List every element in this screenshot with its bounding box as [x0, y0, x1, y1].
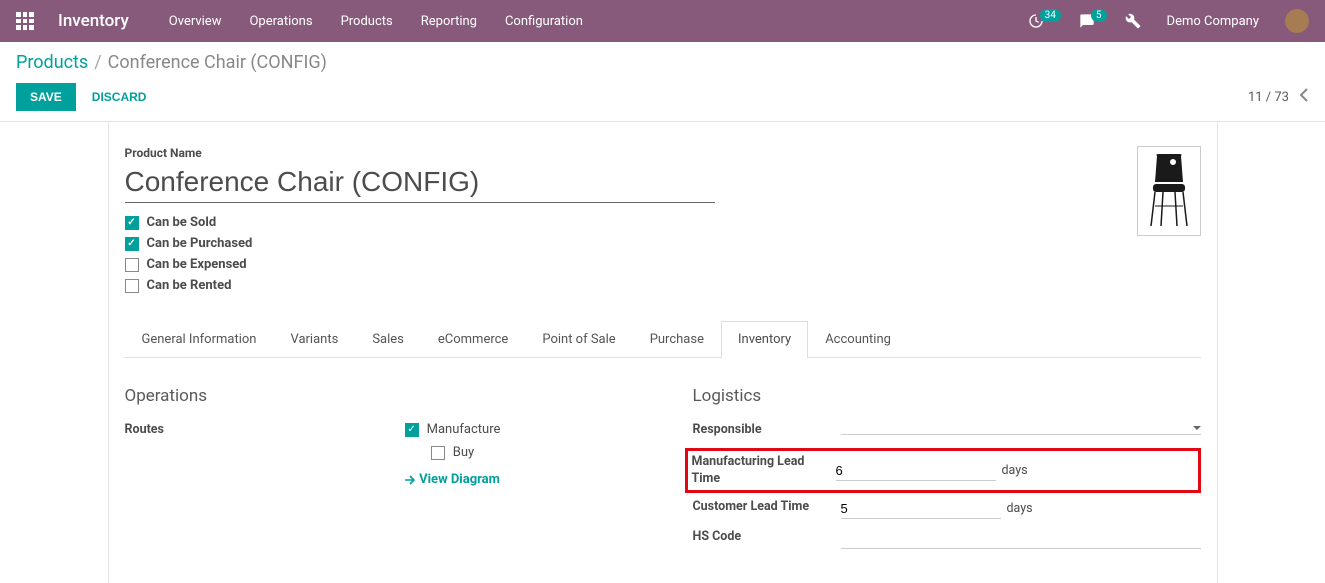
route-manufacture: ✓ Manufacture [405, 422, 501, 437]
routes-label: Routes [125, 422, 273, 487]
tools-icon[interactable] [1125, 13, 1141, 29]
pager: 11 / 73 [1248, 88, 1309, 106]
route-manufacture-label: Manufacture [427, 422, 501, 437]
messages-badge: 5 [1091, 9, 1107, 22]
form-main: Product Name ✓ Can be Sold ✓ Can be Purc… [108, 122, 1218, 583]
mfg-lead-input[interactable] [836, 461, 996, 481]
tab-general[interactable]: General Information [125, 321, 274, 357]
tab-sales[interactable]: Sales [355, 321, 421, 357]
tab-accounting[interactable]: Accounting [808, 321, 908, 357]
company-name[interactable]: Demo Company [1167, 14, 1259, 29]
breadcrumb-current: Conference Chair (CONFIG) [108, 52, 327, 73]
route-buy-checkbox[interactable] [431, 446, 445, 460]
logistics-section: Logistics Responsible Manufacturing Lead… [693, 386, 1201, 559]
discard-button[interactable]: DISCARD [92, 90, 147, 104]
cust-lead-label: Customer Lead Time [693, 499, 841, 519]
save-button[interactable]: SAVE [16, 83, 76, 111]
flag-purchased: ✓ Can be Purchased [125, 236, 1137, 251]
operations-title: Operations [125, 386, 633, 406]
top-navbar: Inventory Overview Operations Products R… [0, 0, 1325, 42]
avatar[interactable] [1285, 9, 1309, 33]
tab-variants[interactable]: Variants [273, 321, 355, 357]
responsible-select[interactable] [841, 426, 1201, 435]
flag-purchased-checkbox[interactable]: ✓ [125, 237, 139, 251]
route-buy-label: Buy [453, 445, 474, 460]
arrow-right-icon [405, 475, 415, 485]
activity-icon[interactable]: 34 [1028, 13, 1061, 29]
operations-section: Operations Routes ✓ Manufacture Buy View… [125, 386, 633, 559]
chair-icon [1143, 152, 1195, 230]
logistics-title: Logistics [693, 386, 1201, 406]
breadcrumb-sep: / [94, 52, 101, 73]
flag-sold-checkbox[interactable]: ✓ [125, 216, 139, 230]
control-bar: Products / Conference Chair (CONFIG) SAV… [0, 42, 1325, 122]
messages-icon[interactable]: 5 [1079, 13, 1107, 29]
route-buy: Buy [431, 445, 474, 460]
flag-expensed-checkbox[interactable] [125, 258, 139, 272]
mfg-lead-highlight: Manufacturing Lead Time days [685, 448, 1201, 493]
tab-purchase[interactable]: Purchase [633, 321, 721, 357]
hs-code-label: HS Code [693, 529, 841, 549]
app-brand[interactable]: Inventory [58, 11, 129, 31]
apps-icon[interactable] [16, 12, 34, 30]
nav-reporting[interactable]: Reporting [421, 14, 477, 29]
nav-configuration[interactable]: Configuration [505, 14, 583, 29]
nav-overview[interactable]: Overview [169, 14, 222, 29]
flag-expensed: Can be Expensed [125, 257, 1137, 272]
pager-text: 11 / 73 [1248, 90, 1289, 105]
route-manufacture-checkbox[interactable]: ✓ [405, 423, 419, 437]
product-image[interactable] [1137, 146, 1201, 236]
nav-products[interactable]: Products [341, 14, 393, 29]
flag-sold: ✓ Can be Sold [125, 215, 1137, 230]
flag-rented-label: Can be Rented [147, 278, 232, 293]
form-tabs: General Information Variants Sales eComm… [125, 321, 1201, 358]
pager-prev-icon[interactable] [1299, 88, 1309, 106]
flag-purchased-label: Can be Purchased [147, 236, 253, 251]
tab-ecommerce[interactable]: eCommerce [421, 321, 525, 357]
mfg-lead-label: Manufacturing Lead Time [692, 454, 836, 487]
flag-rented: Can be Rented [125, 278, 1137, 293]
nav-menu: Overview Operations Products Reporting C… [169, 14, 1028, 29]
flag-rented-checkbox[interactable] [125, 279, 139, 293]
chevron-down-icon [1193, 426, 1201, 430]
nav-operations[interactable]: Operations [249, 14, 312, 29]
product-name-label: Product Name [125, 146, 1137, 160]
cust-lead-unit: days [1007, 501, 1033, 516]
nav-right: 34 5 Demo Company [1028, 9, 1309, 33]
mfg-lead-unit: days [1002, 463, 1028, 478]
tab-inventory[interactable]: Inventory [721, 321, 808, 357]
view-diagram-link[interactable]: View Diagram [405, 472, 500, 487]
product-name-input[interactable] [125, 166, 715, 203]
tab-body-inventory: Operations Routes ✓ Manufacture Buy View… [125, 358, 1201, 559]
breadcrumb-root[interactable]: Products [16, 52, 88, 73]
hs-code-input[interactable] [841, 529, 1201, 549]
cust-lead-input[interactable] [841, 499, 1001, 519]
responsible-label: Responsible [693, 422, 841, 438]
activity-badge: 34 [1040, 9, 1061, 22]
tab-pos[interactable]: Point of Sale [525, 321, 632, 357]
product-flags: ✓ Can be Sold ✓ Can be Purchased Can be … [125, 215, 1137, 293]
breadcrumb: Products / Conference Chair (CONFIG) [16, 52, 1309, 73]
flag-expensed-label: Can be Expensed [147, 257, 247, 272]
flag-sold-label: Can be Sold [147, 215, 217, 230]
